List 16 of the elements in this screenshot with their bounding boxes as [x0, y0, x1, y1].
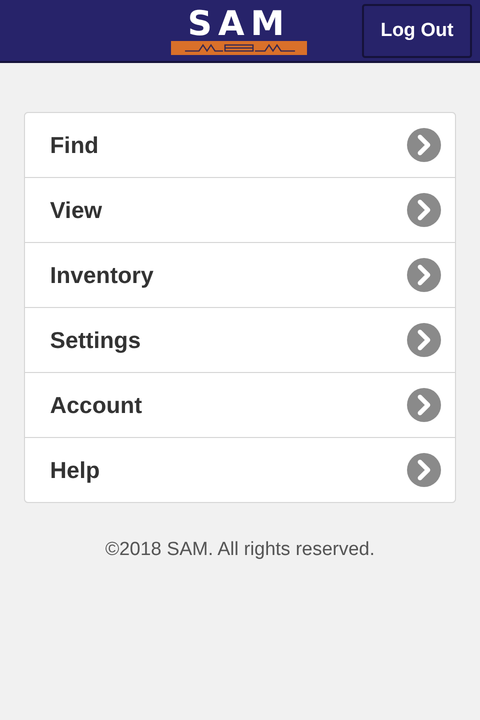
menu-item[interactable]: View [25, 177, 455, 242]
logo-text: SAM [188, 6, 290, 40]
chevron-right-icon [407, 453, 441, 487]
chevron-right-icon [407, 258, 441, 292]
menu-item[interactable]: Help [25, 437, 455, 502]
chevron-right-icon [407, 128, 441, 162]
chevron-right-icon [407, 388, 441, 422]
copyright-text: ©2018 SAM. All rights reserved. [104, 539, 376, 561]
menu-item[interactable]: Settings [25, 307, 455, 372]
menu-item[interactable]: Inventory [25, 242, 455, 307]
logout-button[interactable]: Log Out [362, 4, 472, 58]
menu-item[interactable]: Account [25, 372, 455, 437]
chevron-right-icon [407, 323, 441, 357]
menu-item[interactable]: Find [25, 113, 455, 177]
chevron-right-icon [407, 193, 441, 227]
circuit-strip-icon [171, 40, 307, 54]
